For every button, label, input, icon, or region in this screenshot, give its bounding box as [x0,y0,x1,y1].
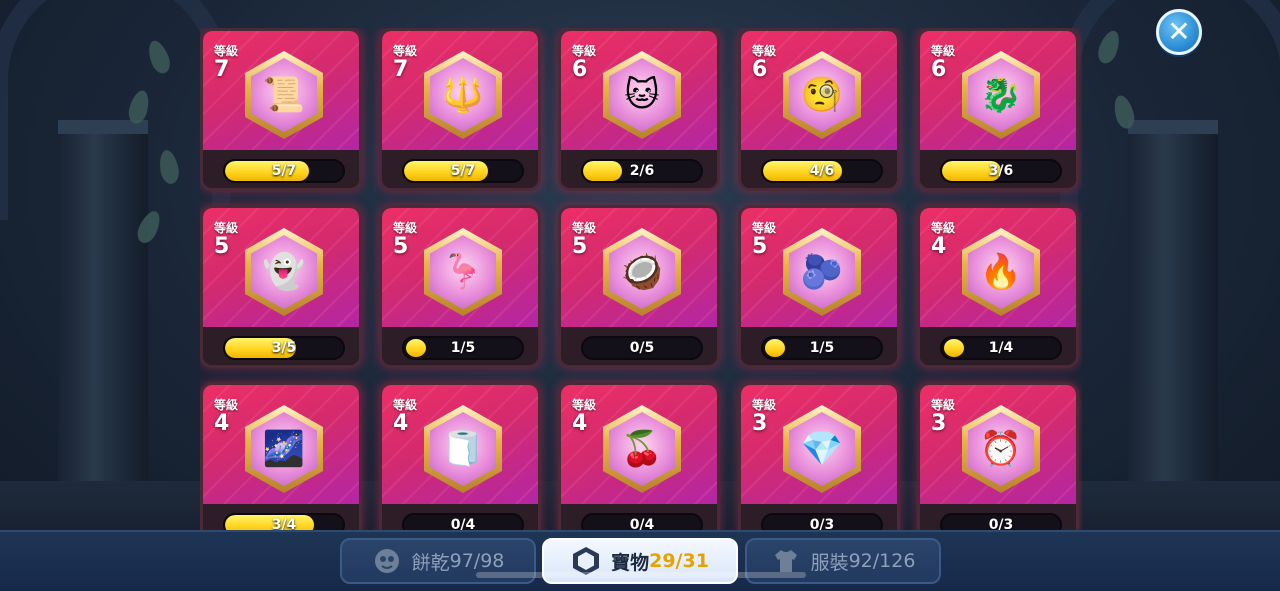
level-value: 5 [752,234,768,259]
progress-text: 1/4 [988,340,1014,356]
level-value: 7 [393,57,409,82]
treasure-card[interactable]: 等級 6 🧐 4/6 [738,28,900,191]
treasure-card[interactable]: 等級 5 🥥 0/5 [558,205,720,368]
progress-bar: 1/4 [940,336,1062,360]
progress-text: 0/3 [988,517,1014,530]
treasure-card[interactable]: 等級 5 🦩 1/5 [379,205,541,368]
starry-pouch-icon: 🌌 [251,412,317,486]
berry-wreath-icon: 🍒 [609,412,675,486]
progress-bar: 5/7 [402,159,524,183]
progress-text: 5/7 [450,163,476,179]
level-value: 3 [931,411,947,436]
ghost-ornament-icon: 👻 [251,235,317,309]
progress-bar: 5/7 [223,159,345,183]
tab-costumes-count: 92/126 [848,550,916,572]
level-value: 6 [572,57,588,82]
level-value: 4 [214,411,230,436]
mummy-doll-icon: 🧻 [430,412,496,486]
progress-text: 0/4 [450,517,476,530]
level-value: 5 [214,234,230,259]
progress-text: 3/4 [271,517,297,530]
progress-bar: 3/6 [940,159,1062,183]
progress-bar: 1/5 [402,336,524,360]
progress-bar: 0/4 [581,513,703,530]
progress-text: 0/3 [809,517,835,530]
flame-crown-icon: 🔥 [968,235,1034,309]
progress-bar: 0/3 [940,513,1062,530]
flamingo-float-icon: 🦩 [430,235,496,309]
treasure-card[interactable]: 等級 5 🫐 1/5 [738,205,900,368]
treasure-card[interactable]: 等級 6 🐉 3/6 [917,28,1079,191]
progress-text: 5/7 [271,163,297,179]
tab-treasures-count: 29/31 [649,550,709,572]
level-value: 4 [572,411,588,436]
bottom-tab-bar: 餅乾 97/98 寶物 29/31 服裝 92/126 [0,530,1280,591]
treasure-card[interactable]: 等級 7 📜 5/7 [200,28,362,191]
progress-text: 0/5 [629,340,655,356]
cat-balloon-icon: 🐱 [609,58,675,132]
level-value: 7 [214,57,230,82]
progress-bar: 0/3 [761,513,883,530]
ice-crystal-icon: 💎 [789,412,855,486]
treasure-card[interactable]: 等級 4 🔥 1/4 [917,205,1079,368]
coconut-icon: 🥥 [609,235,675,309]
tab-treasures-label: 寶物 [611,551,650,574]
progress-text: 1/5 [450,340,476,356]
progress-text: 4/6 [809,163,835,179]
level-value: 3 [752,411,768,436]
tab-cookies-count: 97/98 [449,550,505,572]
level-value: 6 [752,57,768,82]
level-value: 5 [393,234,409,259]
tab-costumes-label: 服裝 [810,551,849,574]
progress-text: 3/6 [988,163,1014,179]
progress-bar: 2/6 [581,159,703,183]
treasure-card[interactable]: 等級 4 🍒 0/4 [558,382,720,530]
treasure-card[interactable]: 等級 3 ⏰ 0/3 [917,382,1079,530]
progress-bar: 1/5 [761,336,883,360]
treasure-grid: 等級 7 📜 5/7 等級 7 🔱 5/7 等級 6 🐱 2/6 等級 6 🧐 … [200,28,1082,530]
progress-text: 0/4 [629,517,655,530]
level-value: 4 [393,411,409,436]
scroll-treasure-icon: 📜 [251,58,317,132]
progress-bar: 4/6 [761,159,883,183]
progress-bar: 3/4 [223,513,345,530]
treasure-card[interactable]: 等級 7 🔱 5/7 [379,28,541,191]
treasure-card[interactable]: 等級 3 💎 0/3 [738,382,900,530]
progress-text: 3/5 [271,340,297,356]
monocle-icon: 🧐 [789,58,855,132]
close-button[interactable]: ✕ [1156,9,1202,55]
progress-text: 2/6 [629,163,655,179]
progress-text: 1/5 [809,340,835,356]
progress-bar: 0/5 [581,336,703,360]
left-pillar [58,120,148,490]
treasure-card[interactable]: 等級 6 🐱 2/6 [558,28,720,191]
treasure-card[interactable]: 等級 5 👻 3/5 [200,205,362,368]
scroll-indicator[interactable] [476,572,806,578]
cookie-icon [372,546,402,576]
alarm-clock-icon: ⏰ [968,412,1034,486]
level-value: 6 [931,57,947,82]
level-value: 5 [572,234,588,259]
treasure-card[interactable]: 等級 4 🧻 0/4 [379,382,541,530]
progress-bar: 0/4 [402,513,524,530]
level-value: 4 [931,234,947,259]
tab-cookies-label: 餅乾 [411,551,450,574]
treasure-card[interactable]: 等級 4 🌌 3/4 [200,382,362,530]
radish-icon: 🫐 [789,235,855,309]
progress-bar: 3/5 [223,336,345,360]
blue-dragon-icon: 🐉 [968,58,1034,132]
right-pillar [1128,120,1218,490]
crystal-crown-icon: 🔱 [430,58,496,132]
